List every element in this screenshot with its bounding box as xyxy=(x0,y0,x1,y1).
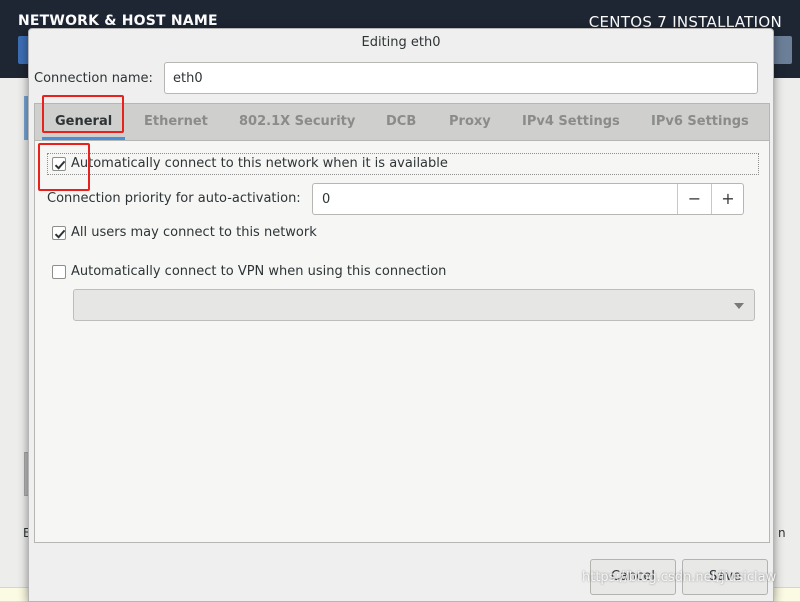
tab-general[interactable]: General xyxy=(55,104,112,140)
all-users-checkbox[interactable] xyxy=(52,226,66,240)
connection-name-input[interactable] xyxy=(164,62,758,94)
connection-name-label: Connection name: xyxy=(34,71,153,86)
priority-value[interactable]: 0 xyxy=(322,192,330,207)
settings-notebook: General Ethernet 802.1X Security DCB Pro… xyxy=(34,103,770,543)
edit-connection-dialog: Editing eth0 Connection name: General Et… xyxy=(28,28,774,602)
priority-spinbutton[interactable]: 0 − + xyxy=(312,183,744,215)
active-tab-indicator xyxy=(42,137,125,140)
auto-vpn-checkbox[interactable] xyxy=(52,265,66,279)
priority-increment-button[interactable]: + xyxy=(711,184,744,214)
vpn-connection-select[interactable] xyxy=(73,289,755,321)
auto-connect-checkbox[interactable] xyxy=(52,157,66,171)
priority-label: Connection priority for auto-activation: xyxy=(47,191,301,206)
tab-8021x-security[interactable]: 802.1X Security xyxy=(239,104,355,140)
checkmark-icon xyxy=(54,229,66,239)
all-users-label: All users may connect to this network xyxy=(71,225,317,240)
installer-page-title: NETWORK & HOST NAME xyxy=(18,13,218,29)
priority-decrement-button[interactable]: − xyxy=(677,184,711,214)
general-page: Automatically connect to this network wh… xyxy=(35,141,769,542)
auto-connect-label: Automatically connect to this network wh… xyxy=(71,156,448,171)
tab-bar: General Ethernet 802.1X Security DCB Pro… xyxy=(35,104,769,141)
dialog-title: Editing eth0 xyxy=(361,35,441,50)
tab-ethernet[interactable]: Ethernet xyxy=(144,104,208,140)
auto-vpn-label: Automatically connect to VPN when using … xyxy=(71,264,447,279)
checkmark-icon xyxy=(54,160,66,170)
tab-dcb[interactable]: DCB xyxy=(386,104,416,140)
tab-ipv6-settings[interactable]: IPv6 Settings xyxy=(651,104,749,140)
tab-proxy[interactable]: Proxy xyxy=(449,104,491,140)
tab-ipv4-settings[interactable]: IPv4 Settings xyxy=(522,104,620,140)
watermark-text: https://blog.csdn.net/jiusiclaw xyxy=(582,570,777,585)
dropdown-arrow-icon xyxy=(734,303,744,309)
installer-help-button[interactable] xyxy=(772,36,792,64)
installer-current-hostname: n xyxy=(778,526,786,540)
